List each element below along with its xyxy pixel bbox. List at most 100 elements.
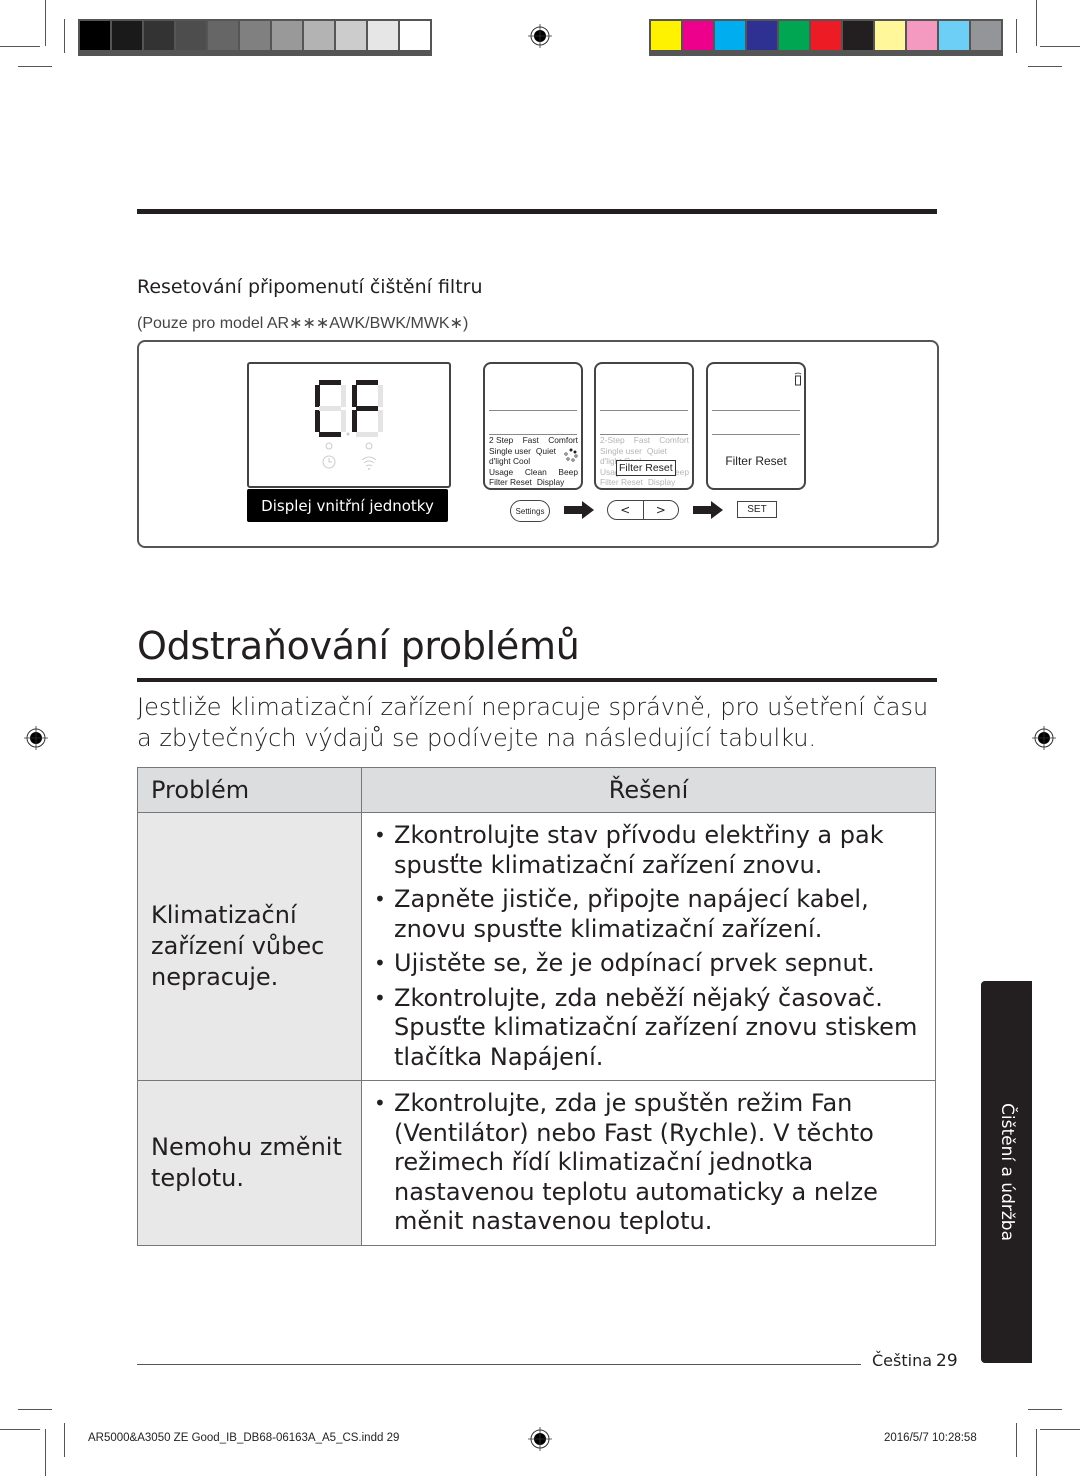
remote-screen-menu: 2 Step Fast Comfort Single user Quiet d'light…	[483, 362, 583, 490]
crop-mark	[18, 1409, 52, 1410]
footer-language: Čeština	[872, 1351, 933, 1370]
table-row: Klimatizační zařízení vůbec nepracuje. Z…	[137, 812, 936, 1081]
crop-mark	[45, 1429, 46, 1476]
crop-mark	[1016, 1423, 1017, 1457]
color-swatch	[304, 21, 334, 50]
menu-item: Comfort	[659, 435, 689, 445]
cf-segment-display-icon	[315, 380, 383, 470]
color-swatch	[971, 21, 1001, 50]
menu-row: Filter Reset Display	[600, 477, 689, 488]
navigation-buttons: < >	[607, 500, 679, 520]
registration-mark-icon	[528, 24, 552, 48]
footer-rule	[137, 1364, 861, 1365]
menu-item: 2 Step	[489, 435, 514, 445]
menu-row: Usage Clean Beep	[489, 467, 578, 478]
color-swatch	[747, 21, 777, 50]
color-swatch	[80, 21, 110, 50]
crop-mark	[1036, 1429, 1037, 1476]
menu-item: Clean	[524, 466, 547, 477]
settings-button[interactable]: Settings	[510, 500, 550, 522]
menu-item: Single user	[600, 445, 642, 456]
filter-icon	[794, 372, 802, 386]
chapter-label: Čištění a údržba	[996, 1103, 1017, 1241]
chapter-side-tab: Čištění a údržba	[981, 981, 1032, 1363]
right-button[interactable]: >	[644, 501, 679, 519]
color-swatch	[907, 21, 937, 50]
solution-item: Zkontrolujte, zda je spuštěn režim Fan (…	[374, 1089, 927, 1237]
filter-reset-heading: Resetování připomenutí čištění filtru	[137, 276, 483, 298]
registration-mark-icon	[1032, 726, 1056, 750]
process-color-bar	[649, 19, 1003, 56]
solution-item: Zkontrolujte, zda neběží nějaký časovač.…	[374, 984, 927, 1073]
solution-item: Zkontrolujte stav přívodu elektřiny a pa…	[374, 821, 927, 880]
filter-reset-screen-text: Filter Reset	[725, 454, 787, 468]
page-title: Odstraňování problémů	[137, 624, 580, 668]
menu-item: Fast	[633, 435, 651, 445]
remote-screen-confirm: Filter Reset	[706, 362, 806, 490]
menu-item: Display	[536, 477, 565, 487]
menu-item: Comfort	[548, 435, 578, 445]
menu-item: Fast	[522, 435, 539, 445]
menu-item: Usage	[489, 466, 514, 477]
menu-row: 2-Step Fast Comfort	[600, 435, 689, 446]
troubleshooting-table: Problém Řešení Klimatizační zařízení vůb…	[137, 767, 936, 1246]
menu-item: Display	[647, 477, 676, 487]
menu-item: Filter Reset	[600, 477, 643, 487]
print-slug-date: 2016/5/7 10:28:58	[884, 1432, 977, 1444]
crop-mark	[64, 1423, 65, 1457]
set-button[interactable]: SET	[737, 501, 777, 518]
page-footer: Čeština 29	[872, 1351, 958, 1371]
indoor-unit-display	[247, 362, 451, 488]
color-swatch	[176, 21, 206, 50]
color-swatch	[208, 21, 238, 50]
intro-paragraph: Jestliže klimatizační zařízení nepracuje…	[137, 693, 929, 752]
color-swatch	[240, 21, 270, 50]
menu-item: 2-Step	[600, 435, 625, 445]
color-swatch	[811, 21, 841, 50]
solution-item: Zapněte jističe, připojte napájecí kabel…	[374, 885, 927, 944]
crop-mark	[1036, 0, 1037, 46]
solution-cell: Zkontrolujte stav přívodu elektřiny a pa…	[361, 812, 936, 1081]
grayscale-color-bar	[78, 19, 432, 56]
section-top-rule	[137, 209, 937, 214]
crop-mark	[0, 46, 40, 47]
indoor-display-label: Displej vnitřní jednotky	[247, 489, 448, 522]
menu-item: Quiet	[535, 445, 556, 456]
crop-mark	[1040, 1429, 1080, 1430]
solution-item: Ujistěte se, že je odpínací prvek sepnut…	[374, 949, 927, 979]
crop-mark	[64, 19, 65, 53]
filter-reset-highlight: Filter Reset	[616, 460, 676, 476]
header-solution: Řešení	[361, 767, 936, 813]
color-swatch	[400, 21, 430, 50]
arrow-right-icon	[693, 501, 723, 519]
menu-row: Single user Quiet	[600, 446, 689, 457]
problem-cell: Klimatizační zařízení vůbec nepracuje.	[137, 812, 362, 1081]
color-swatch	[272, 21, 302, 50]
crop-mark	[45, 0, 46, 46]
color-swatch	[939, 21, 969, 50]
color-swatch	[715, 21, 745, 50]
menu-row: 2 Step Fast Comfort	[489, 435, 578, 446]
page-number: 29	[936, 1351, 958, 1371]
table-header-row: Problém Řešení	[137, 767, 936, 813]
model-note: (Pouze pro model AR∗∗∗AWK/BWK/MWK∗)	[137, 315, 469, 332]
registration-mark-icon	[24, 726, 48, 750]
menu-item: Single user	[489, 445, 531, 456]
loading-dots-icon	[564, 448, 578, 462]
problem-cell: Nemohu změnit teplotu.	[137, 1080, 362, 1246]
menu-item: Beep	[558, 466, 578, 477]
table-row: Nemohu změnit teplotu. Zkontrolujte, zda…	[137, 1080, 936, 1246]
color-swatch	[112, 21, 142, 50]
header-problem: Problém	[137, 767, 362, 813]
left-button[interactable]: <	[608, 501, 644, 519]
solution-cell: Zkontrolujte, zda je spuštěn režim Fan (…	[361, 1080, 936, 1246]
color-swatch	[651, 21, 681, 50]
color-swatch	[144, 21, 174, 50]
crop-mark	[0, 1429, 40, 1430]
color-swatch	[875, 21, 905, 50]
menu-item: Filter Reset	[489, 477, 532, 487]
remote-screen-selected: 2-Step Fast Comfort Single user Quiet d'light…	[594, 362, 694, 490]
crop-mark	[1016, 19, 1017, 53]
menu-item: d'light Cool	[489, 456, 531, 466]
title-rule	[137, 678, 937, 682]
